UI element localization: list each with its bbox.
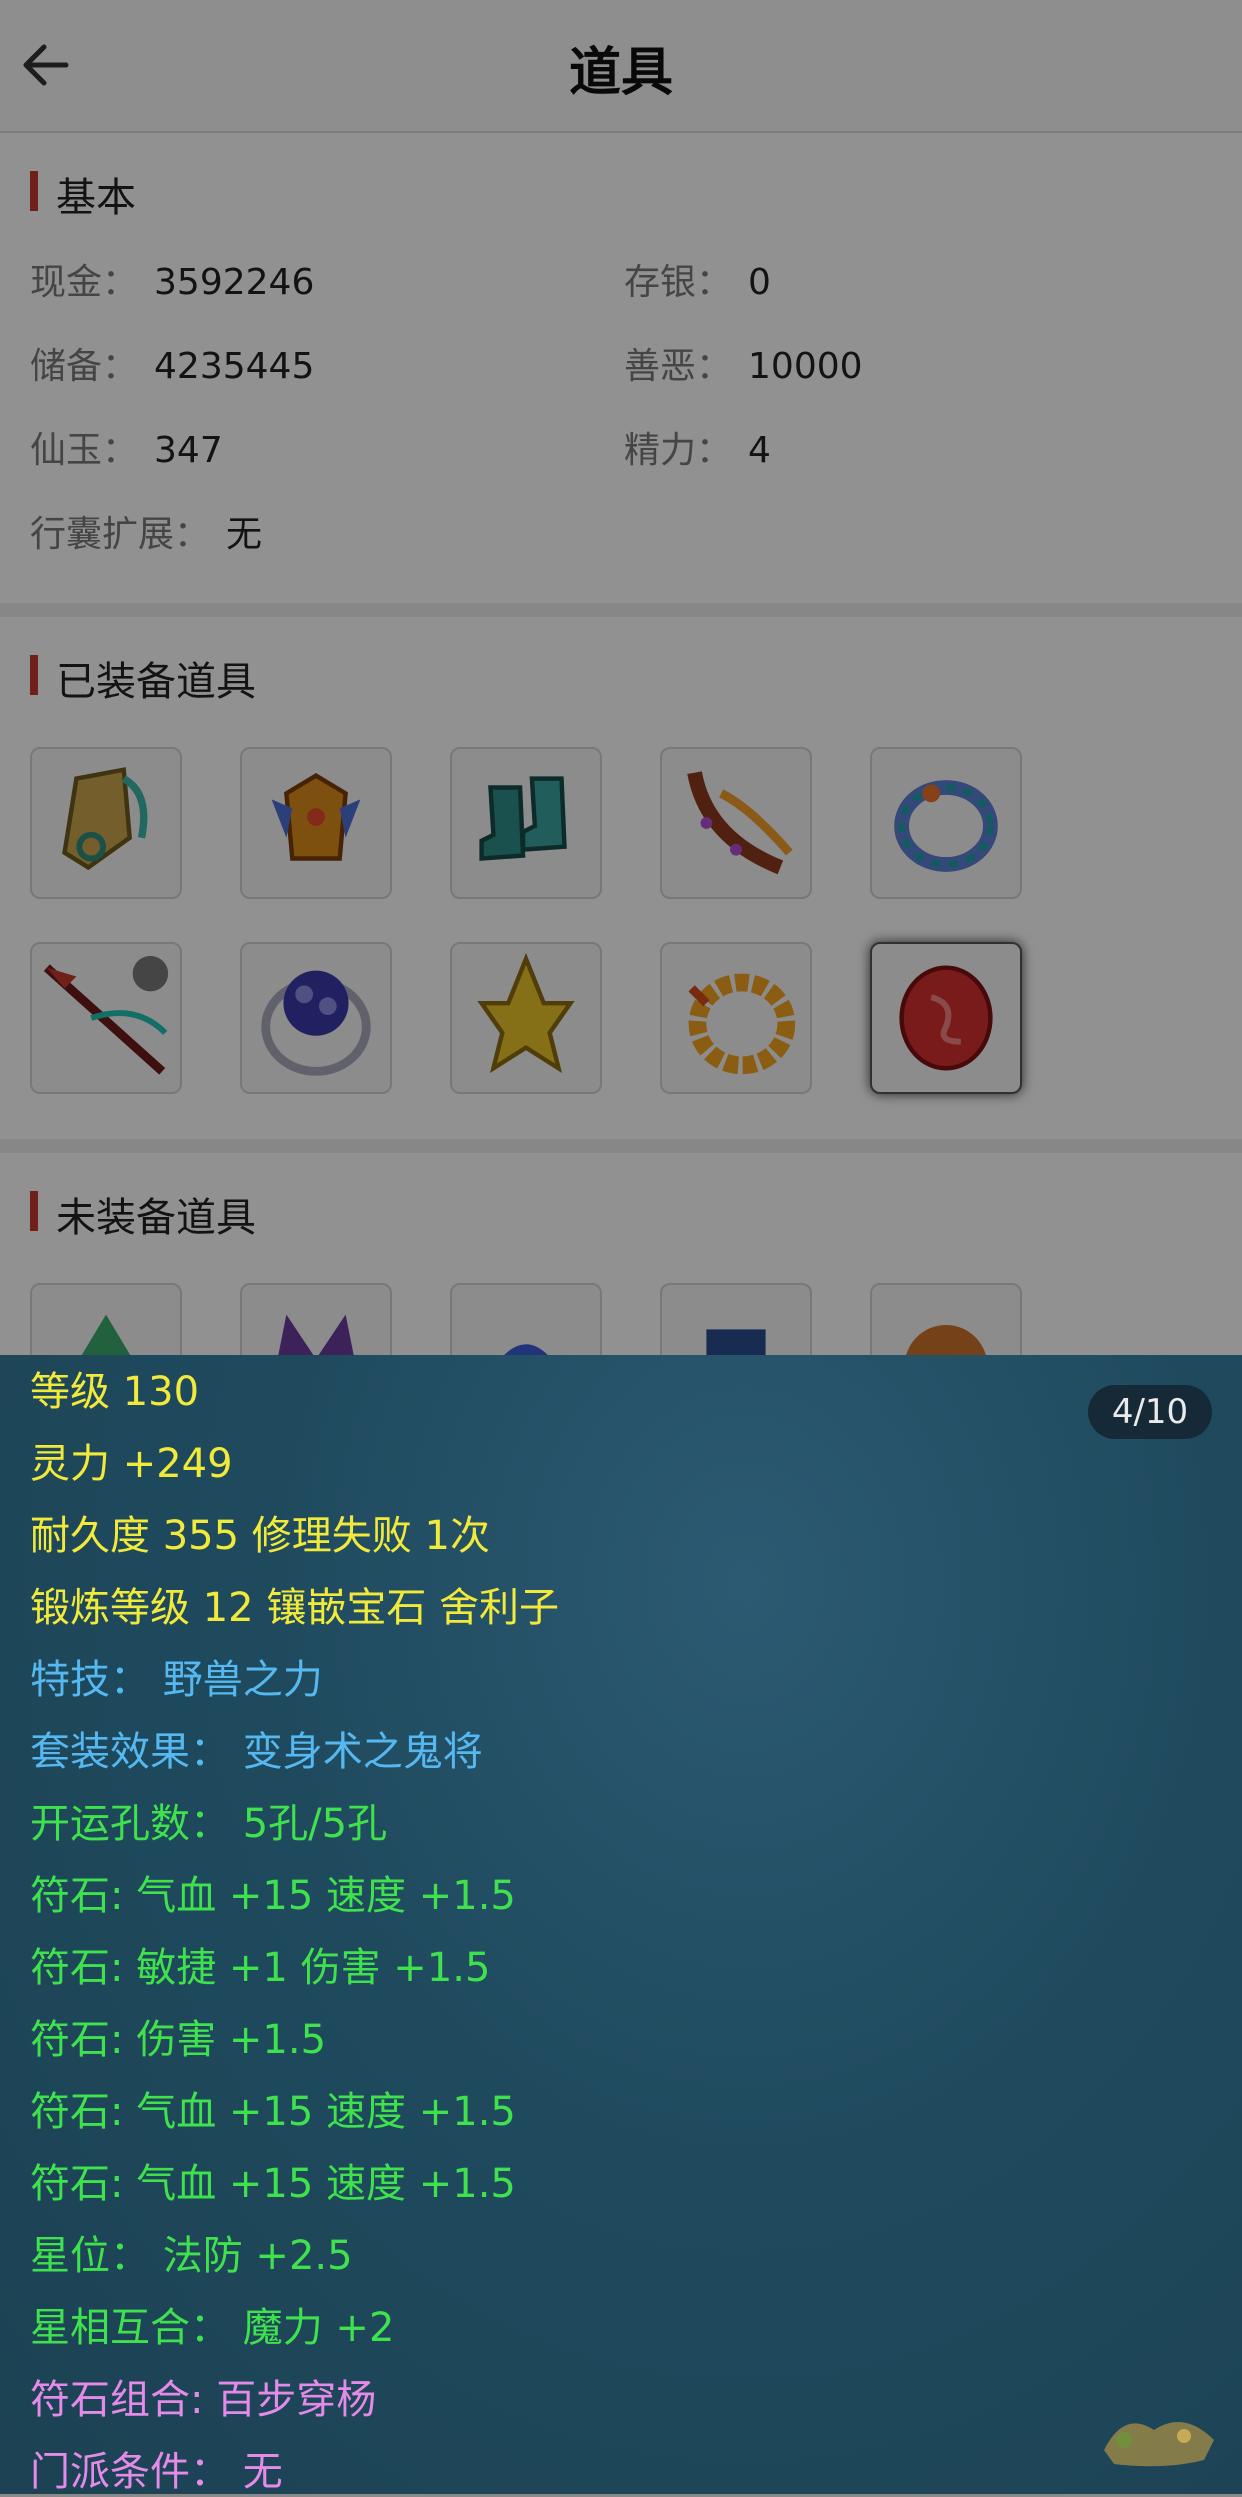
detail-line-skill: 特技： 野兽之力 <box>30 1657 323 1703</box>
detail-line-rune-combo: 符石组合: 百步穿杨 <box>30 2377 377 2423</box>
item-page: 道具 基本 现金： 3592246 存银： 0 储备： 4235445 善恶： 1000… <box>0 0 1242 2495</box>
detail-line-forge: 锻炼等级 12 镶嵌宝石 舍利子 <box>30 1585 560 1631</box>
detail-line-holes: 开运孔数： 5孔/5孔 <box>30 1801 388 1847</box>
detail-line-level: 等级 130 <box>30 1369 200 1415</box>
item-page-counter: 4/10 <box>1088 1385 1212 1439</box>
detail-line-rune-4: 符石: 气血 +15 速度 +1.5 <box>30 2089 516 2135</box>
detail-line-durability: 耐久度 355 修理失败 1次 <box>30 1513 490 1559</box>
detail-line-rune-5: 符石: 气血 +15 速度 +1.5 <box>30 2161 516 2207</box>
detail-line-spirit: 灵力 +249 <box>30 1441 233 1487</box>
game-logo-watermark <box>1094 2400 1224 2480</box>
detail-line-school-req: 门派条件： 无 <box>30 2449 283 2495</box>
detail-line-rune-2: 符石: 敏捷 +1 伤害 +1.5 <box>30 1945 491 1991</box>
detail-line-star-combo: 星相互合： 魔力 +2 <box>30 2305 395 2351</box>
detail-line-rune-1: 符石: 气血 +15 速度 +1.5 <box>30 1873 516 1919</box>
dim-overlay[interactable] <box>0 0 1242 1355</box>
detail-line-set-effect: 套装效果： 变身术之鬼将 <box>30 1729 483 1775</box>
detail-line-rune-3: 符石: 伤害 +1.5 <box>30 2017 327 2063</box>
detail-line-star-position: 星位： 法防 +2.5 <box>30 2233 353 2279</box>
item-detail-panel[interactable]: 4/10 等级 130 灵力 +249 耐久度 355 修理失败 1次 锻炼等级… <box>0 1355 1242 2495</box>
